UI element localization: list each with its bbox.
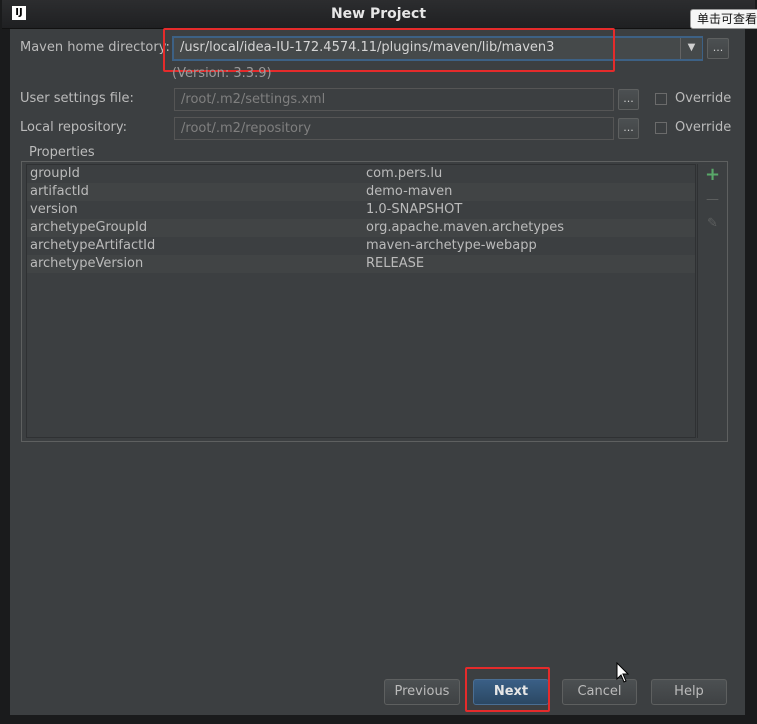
maven-version-note: (Version: 3.3.9) [172,66,272,81]
property-value: 1.0-SNAPSHOT [366,202,463,217]
add-icon[interactable]: + [698,164,727,185]
user-settings-override-label[interactable]: Override [675,91,731,106]
mouse-cursor-icon [616,662,630,683]
property-key: groupId [30,166,80,181]
table-row[interactable]: archetypeGroupId org.apache.maven.archet… [27,219,695,237]
user-settings-browse-button[interactable]: ... [618,89,639,110]
local-repository-label: Local repository: [20,120,127,135]
maven-home-browse-button[interactable]: ... [707,38,729,59]
table-row[interactable]: version 1.0-SNAPSHOT [27,201,695,219]
property-key: archetypeArtifactId [30,238,156,253]
property-value: demo-maven [366,184,453,199]
local-repository-override-label[interactable]: Override [675,120,731,135]
user-settings-input[interactable]: /root/.m2/settings.xml [174,88,614,111]
highlight-box-next [465,667,550,712]
properties-title: Properties [26,145,98,160]
edit-icon[interactable]: ✎ [698,216,727,231]
user-settings-override-checkbox[interactable] [655,93,667,105]
property-key: archetypeGroupId [30,220,148,235]
table-row[interactable]: archetypeArtifactId maven-archetype-weba… [27,237,695,255]
property-key: artifactId [30,184,89,199]
property-value: maven-archetype-webapp [366,238,537,253]
local-repository-browse-button[interactable]: ... [618,118,639,139]
previous-button[interactable]: Previous [384,679,460,705]
remove-icon[interactable]: — [698,192,727,207]
property-key: version [30,202,78,217]
local-repository-override-checkbox[interactable] [655,122,667,134]
maven-home-label: Maven home directory: [20,40,170,55]
window-title: New Project [330,6,427,22]
property-value: org.apache.maven.archetypes [366,220,565,235]
title-bar: IJ New Project [2,0,755,29]
tooltip: 单击可查看 [690,9,757,29]
user-settings-label: User settings file: [20,91,134,106]
properties-toolbar: + — ✎ [697,164,726,438]
help-button[interactable]: Help [651,679,727,705]
property-key: archetypeVersion [30,256,144,271]
property-value: com.pers.lu [366,166,443,181]
property-value: RELEASE [366,256,425,271]
properties-table[interactable]: groupId com.pers.lu artifactId demo-mave… [26,164,696,438]
table-row[interactable]: groupId com.pers.lu [27,165,695,183]
table-row[interactable]: artifactId demo-maven [27,183,695,201]
chevron-down-icon[interactable]: ▼ [680,38,702,59]
table-row[interactable]: archetypeVersion RELEASE [27,255,695,273]
local-repository-input[interactable]: /root/.m2/repository [174,117,614,140]
